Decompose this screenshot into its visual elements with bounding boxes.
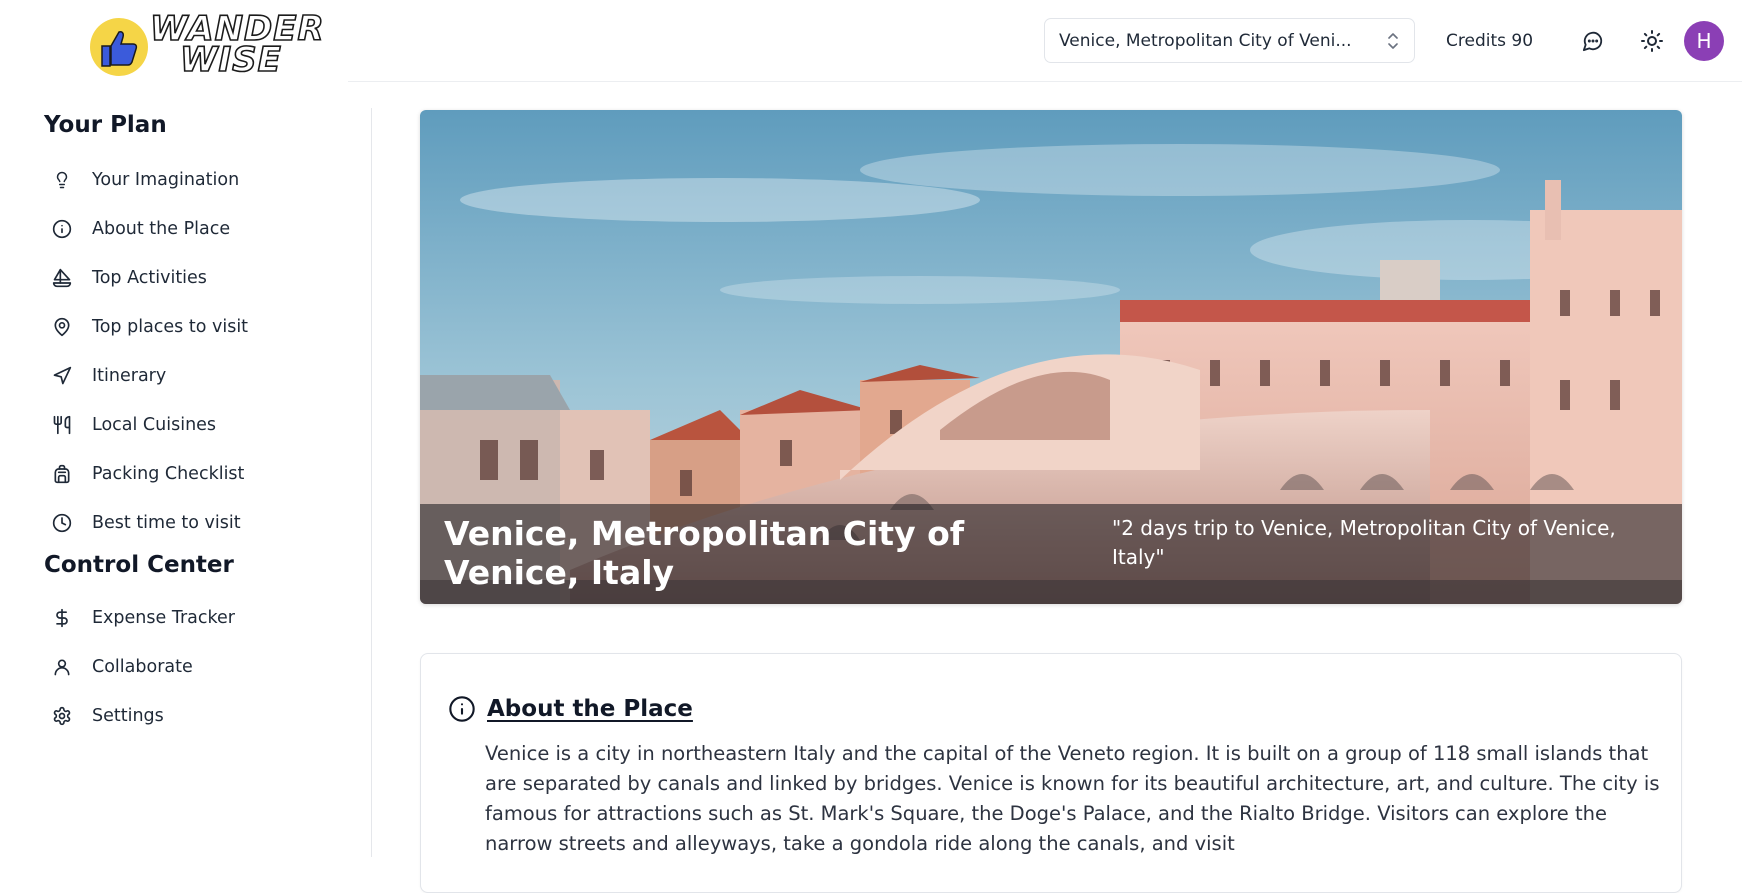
sidebar-item-settings[interactable]: Settings: [44, 696, 344, 736]
sidebar-item-label: Settings: [92, 706, 164, 726]
section-title-control-center: Control Center: [44, 552, 234, 578]
hero-title: Venice, Metropolitan City of Venice, Ita…: [444, 514, 965, 592]
logo-line-2: WISE: [179, 40, 282, 80]
destination-hero: Venice, Metropolitan City of Venice, Ita…: [420, 110, 1682, 604]
backpack-icon: [48, 460, 76, 488]
credits-counter: Credits 90: [1446, 31, 1534, 51]
navigation-icon: [48, 362, 76, 390]
sidebar-item-best-time[interactable]: Best time to visit: [44, 503, 344, 543]
sidebar-item-collaborate[interactable]: Collaborate: [44, 647, 344, 687]
sidebar-item-packing-checklist[interactable]: Packing Checklist: [44, 454, 344, 494]
sidebar-item-label: Local Cuisines: [92, 415, 217, 435]
clock-icon: [48, 509, 76, 537]
top-header: WANDER WISE Venice, Metropolitan City of…: [0, 0, 1742, 82]
sun-icon[interactable]: [1637, 26, 1667, 56]
dollar-icon: [48, 604, 76, 632]
sidebar-item-label: Your Imagination: [92, 170, 240, 190]
logo-wordmark: WANDER WISE: [149, 11, 324, 80]
about-header: About the Place: [447, 694, 693, 724]
sidebar-item-top-places[interactable]: Top places to visit: [44, 307, 344, 347]
sidebar: Your Plan Your Imagination About the Pla…: [0, 82, 372, 857]
utensils-icon: [48, 411, 76, 439]
sidebar-item-label: Top Activities: [92, 268, 207, 288]
section-title-your-plan: Your Plan: [44, 112, 167, 138]
sidebar-item-your-imagination[interactable]: Your Imagination: [44, 160, 344, 200]
sidebar-item-top-activities[interactable]: Top Activities: [44, 258, 344, 298]
map-pin-icon: [48, 313, 76, 341]
info-icon: [447, 694, 477, 724]
user-avatar[interactable]: H: [1684, 21, 1724, 61]
about-description: Venice is a city in northeastern Italy a…: [485, 742, 1660, 855]
sidebar-item-label: Packing Checklist: [92, 464, 245, 484]
sidebar-item-label: Best time to visit: [92, 513, 241, 533]
user-icon: [48, 653, 76, 681]
about-the-place-card: About the Place Venice is a city in nort…: [420, 653, 1682, 893]
chat-icon[interactable]: [1578, 26, 1608, 56]
lightbulb-icon: [48, 166, 76, 194]
sidebar-item-itinerary[interactable]: Itinerary: [44, 356, 344, 396]
location-select-value: Venice, Metropolitan City of Veni...: [1059, 30, 1352, 51]
location-select[interactable]: Venice, Metropolitan City of Veni...: [1044, 18, 1415, 63]
thumbs-up-icon: [90, 18, 148, 76]
about-title: About the Place: [487, 696, 693, 722]
sidebar-item-label: Itinerary: [92, 366, 167, 386]
hero-caption-bar: Venice, Metropolitan City of Venice, Ita…: [420, 504, 1682, 604]
gear-icon: [48, 702, 76, 730]
sailboat-icon: [48, 264, 76, 292]
header-divider: [348, 81, 1742, 82]
sidebar-item-label: Top places to visit: [92, 317, 249, 337]
chevrons-up-down-icon: [1386, 32, 1400, 50]
sidebar-item-label: Collaborate: [92, 657, 193, 677]
app-logo[interactable]: WANDER WISE: [90, 11, 325, 80]
sidebar-item-label: About the Place: [92, 219, 231, 239]
sidebar-item-about-the-place[interactable]: About the Place: [44, 209, 344, 249]
sidebar-item-expense-tracker[interactable]: Expense Tracker: [44, 598, 344, 638]
info-icon: [48, 215, 76, 243]
sidebar-item-label: Expense Tracker: [92, 608, 235, 628]
hero-trip-prompt: "2 days trip to Venice, Metropolitan Cit…: [1112, 516, 1616, 569]
sidebar-item-local-cuisines[interactable]: Local Cuisines: [44, 405, 344, 445]
